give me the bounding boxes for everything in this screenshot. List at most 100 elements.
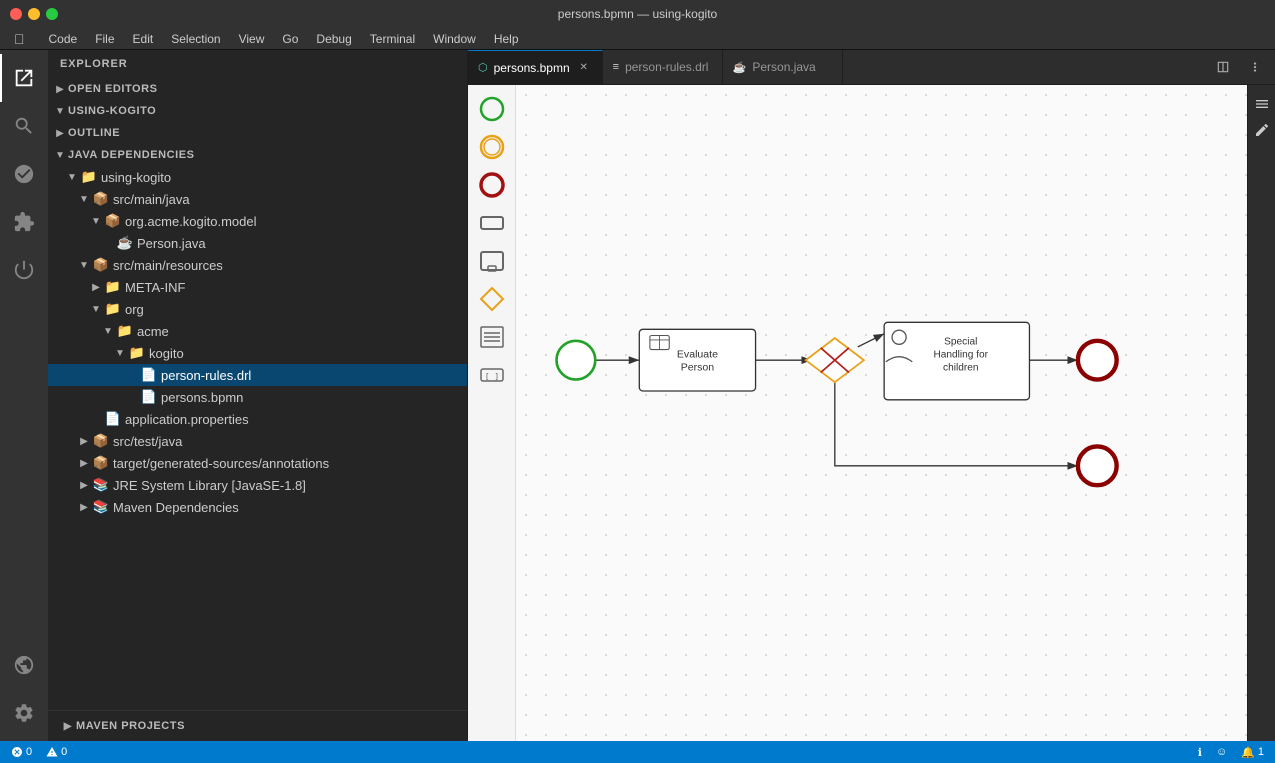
bpmn-tool-task[interactable] bbox=[474, 205, 510, 241]
sidebar-section-outline[interactable]: ▶ Outline bbox=[48, 122, 467, 144]
error-count: 0 bbox=[26, 746, 32, 758]
activity-source-control[interactable] bbox=[0, 150, 48, 198]
tree-arrow-icon: ▼ bbox=[76, 191, 92, 207]
sidebar-section-using-kogito[interactable]: ▼ Using-Kogito bbox=[48, 100, 467, 122]
tree-item-src-main-resources[interactable]: ▼📦src/main/resources bbox=[48, 254, 467, 276]
menu-selection[interactable]: Selection bbox=[163, 30, 228, 48]
tree-item-acme[interactable]: ▼📁acme bbox=[48, 320, 467, 342]
tree-arrow-icon: ▶ bbox=[76, 477, 92, 493]
tree-file-icon: 📦 bbox=[92, 257, 110, 273]
arrow-icon: ▼ bbox=[52, 103, 68, 119]
menu-window[interactable]: Window bbox=[425, 30, 484, 48]
more-actions-button[interactable] bbox=[1241, 53, 1269, 81]
tree-item-label: Maven Dependencies bbox=[113, 500, 239, 515]
tree-item-org[interactable]: ▼📁org bbox=[48, 298, 467, 320]
bpmn-tool-start-event[interactable] bbox=[474, 91, 510, 127]
sidebar-section-java-deps[interactable]: ▼ Java Dependencies bbox=[48, 144, 467, 166]
tree-arrow-icon: ▶ bbox=[88, 279, 104, 295]
split-editor-button[interactable] bbox=[1209, 53, 1237, 81]
tree-item-jre-system[interactable]: ▶📚JRE System Library [JavaSE-1.8] bbox=[48, 474, 467, 496]
tab-label-persons-bpmn: persons.bpmn bbox=[494, 61, 570, 75]
window-controls[interactable] bbox=[10, 8, 58, 20]
tree-item-application-properties[interactable]: 📄application.properties bbox=[48, 408, 467, 430]
tree-item-src-main-java[interactable]: ▼📦src/main/java bbox=[48, 188, 467, 210]
arrow-icon: ▶ bbox=[52, 81, 68, 97]
tab-person-java[interactable]: ☕ Person.java bbox=[723, 50, 843, 85]
status-smiley[interactable]: ☺ bbox=[1213, 746, 1230, 758]
tree-item-label: persons.bpmn bbox=[161, 390, 243, 405]
bpmn-tool-end-event[interactable] bbox=[474, 167, 510, 203]
tree-file-icon: 📁 bbox=[104, 279, 122, 295]
tree-arrow-icon bbox=[124, 367, 140, 383]
arrow-icon: ▶ bbox=[60, 718, 76, 734]
menu-edit[interactable]: Edit bbox=[125, 30, 162, 48]
tree-file-icon: 📦 bbox=[92, 455, 110, 471]
tree-item-label: using-kogito bbox=[101, 170, 171, 185]
activity-remote[interactable] bbox=[0, 641, 48, 689]
bpmn-canvas[interactable]: Evaluate Person Special Handling for chi… bbox=[516, 85, 1247, 741]
bpmn-tool-data-object[interactable] bbox=[474, 319, 510, 355]
tree-item-label: META-INF bbox=[125, 280, 185, 295]
tree-item-kogito[interactable]: ▼📁kogito bbox=[48, 342, 467, 364]
tree-file-icon: 📦 bbox=[92, 433, 110, 449]
bpmn-tool-gateway[interactable] bbox=[474, 281, 510, 317]
menu-debug[interactable]: Debug bbox=[308, 30, 359, 48]
tree-item-maven-deps[interactable]: ▶📚Maven Dependencies bbox=[48, 496, 467, 518]
svg-text:Handling for: Handling for bbox=[934, 350, 989, 361]
side-panel bbox=[1247, 85, 1275, 741]
open-editors-label: Open Editors bbox=[68, 83, 158, 95]
svg-text:children: children bbox=[943, 363, 978, 374]
maven-projects-section[interactable]: ▶ Maven Projects bbox=[48, 715, 467, 737]
sidebar: Explorer ▶ Open Editors ▼ Using-Kogito ▶… bbox=[48, 50, 468, 741]
menu-view[interactable]: View bbox=[231, 30, 273, 48]
activity-explorer[interactable] bbox=[0, 54, 48, 102]
status-errors[interactable]: 0 bbox=[8, 746, 35, 758]
activity-test[interactable] bbox=[0, 246, 48, 294]
bpmn-toolbar: [ ] bbox=[468, 85, 516, 741]
menu-file[interactable]: File bbox=[87, 30, 122, 48]
activity-extensions[interactable] bbox=[0, 198, 48, 246]
sidebar-section-open-editors[interactable]: ▶ Open Editors bbox=[48, 78, 467, 100]
status-warnings[interactable]: 0 bbox=[43, 746, 70, 758]
edit-panel-icon[interactable] bbox=[1251, 119, 1273, 141]
svg-text:Evaluate: Evaluate bbox=[677, 349, 718, 361]
bpmn-tool-intermediate-event[interactable] bbox=[474, 129, 510, 165]
tree-arrow-icon: ▼ bbox=[88, 301, 104, 317]
maximize-button[interactable] bbox=[46, 8, 58, 20]
tree-item-org-acme-kogito[interactable]: ▼📦org.acme.kogito.model bbox=[48, 210, 467, 232]
status-info[interactable]: ℹ bbox=[1195, 746, 1205, 759]
info-icon: ℹ bbox=[1198, 746, 1202, 759]
activity-search[interactable] bbox=[0, 102, 48, 150]
tree-item-label: Person.java bbox=[137, 236, 206, 251]
properties-panel-icon[interactable] bbox=[1251, 93, 1273, 115]
tree-item-meta-inf[interactable]: ▶📁META-INF bbox=[48, 276, 467, 298]
menu-terminal[interactable]: Terminal bbox=[362, 30, 423, 48]
editor-canvas: [ ] bbox=[468, 85, 1275, 741]
status-bar: 0 0 ℹ ☺ 🔔 1 bbox=[0, 741, 1275, 763]
tab-close-button[interactable]: ✕ bbox=[576, 60, 592, 76]
tree-file-icon: 📄 bbox=[140, 389, 158, 405]
activity-settings[interactable] bbox=[0, 689, 48, 737]
titlebar: persons.bpmn — using-kogito bbox=[0, 0, 1275, 28]
tab-person-rules-drl[interactable]: ≡ person-rules.drl bbox=[603, 50, 723, 85]
tree-file-icon: 📁 bbox=[128, 345, 146, 361]
close-button[interactable] bbox=[10, 8, 22, 20]
tree-item-using-kogito-root[interactable]: ▼📁using-kogito bbox=[48, 166, 467, 188]
menu-help[interactable]: Help bbox=[486, 30, 527, 48]
tree-item-target[interactable]: ▶📦target/generated-sources/annotations bbox=[48, 452, 467, 474]
status-notifications[interactable]: 🔔 1 bbox=[1238, 746, 1267, 759]
tab-persons-bpmn[interactable]: ⬡ persons.bpmn ✕ bbox=[468, 50, 603, 85]
bpmn-tool-custom[interactable]: [ ] bbox=[474, 357, 510, 393]
drl-file-icon: ≡ bbox=[613, 61, 619, 73]
tree-item-src-test-java[interactable]: ▶📦src/test/java bbox=[48, 430, 467, 452]
apple-menu[interactable]:  bbox=[6, 29, 33, 49]
tree-item-person-rules-drl[interactable]: 📄person-rules.drl bbox=[48, 364, 467, 386]
svg-text:Special: Special bbox=[944, 336, 977, 347]
tree-item-persons-bpmn[interactable]: 📄persons.bpmn bbox=[48, 386, 467, 408]
menu-code[interactable]: Code bbox=[41, 30, 86, 48]
tree-file-icon: 📦 bbox=[104, 213, 122, 229]
menu-go[interactable]: Go bbox=[274, 30, 306, 48]
bpmn-tool-subprocess[interactable] bbox=[474, 243, 510, 279]
minimize-button[interactable] bbox=[28, 8, 40, 20]
tree-item-person-java[interactable]: ☕Person.java bbox=[48, 232, 467, 254]
